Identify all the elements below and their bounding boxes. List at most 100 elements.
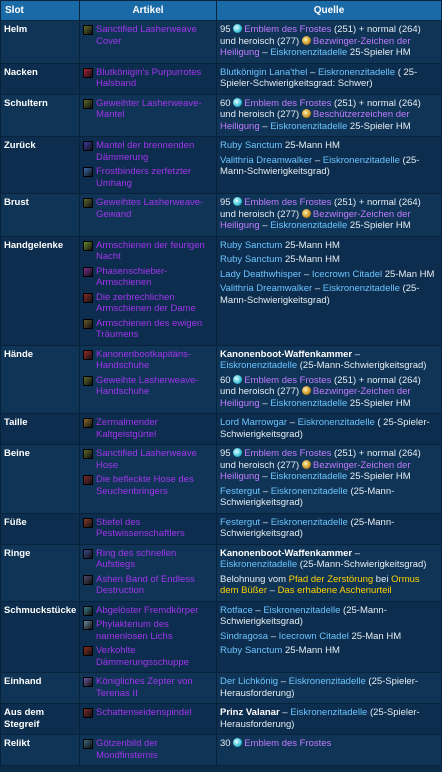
- source-link[interactable]: Eiskronenzitadelle: [323, 155, 400, 166]
- item-icon: [83, 375, 93, 386]
- quelle-cell: Festergut – Eiskronenzitadelle (25-Mann-…: [216, 512, 442, 545]
- source-link[interactable]: Valithria Dreamwalker: [220, 155, 312, 166]
- source-link[interactable]: Emblem des Frostes: [244, 738, 331, 749]
- source-link[interactable]: Ruby Sanctum: [220, 645, 282, 656]
- source-link[interactable]: Emblem des Frostes: [244, 448, 331, 459]
- source-text: bei: [373, 573, 392, 585]
- item-link[interactable]: Zermalmender Kaltgeistgürtel: [96, 417, 213, 440]
- item-link[interactable]: Blutkönigin's Purpurrotes Halsband: [96, 67, 213, 90]
- quelle-cell: 95 Emblem des Frostes (251) + normal (26…: [216, 20, 442, 64]
- item-entry: Phylakterium des namenlosen Lichs: [83, 619, 213, 642]
- item-link[interactable]: Geweihter Lasherweave-Mantel: [96, 98, 213, 121]
- source-link[interactable]: Icecrown Citadel: [312, 269, 382, 280]
- source-link[interactable]: Pfad der Zerstörung: [289, 574, 374, 585]
- source-text: 95: [220, 197, 234, 208]
- item-link[interactable]: Die befleckte Hose des Seuchenbringers: [96, 474, 213, 497]
- slot-cell: Hände: [0, 344, 80, 414]
- source-link[interactable]: Emblem des Frostes: [244, 24, 331, 35]
- source-link[interactable]: Eiskronenzitadelle: [271, 517, 348, 528]
- item-link[interactable]: Armschienen der feurigen Nacht: [96, 240, 213, 263]
- item-link[interactable]: Abgelöster Fremdkörper: [96, 605, 198, 617]
- source-link[interactable]: Eiskronenzitadelle: [263, 605, 340, 616]
- item-link[interactable]: Königliches Zepter von Terenas II: [96, 676, 213, 699]
- source-link[interactable]: Icecrown Citadel: [279, 631, 349, 642]
- item-entry: Mantel der brennenden Dämmerung: [83, 140, 213, 163]
- source-link[interactable]: Ruby Sanctum: [220, 240, 282, 251]
- item-link[interactable]: Schattenseidenspindel: [96, 707, 192, 719]
- source-text: 95: [220, 24, 234, 35]
- item-link[interactable]: Ring des schnellen Aufstiegs: [96, 548, 213, 571]
- source-entry: Lady Deathwhisper – Icecrown Citadel 25-…: [220, 269, 438, 281]
- source-entry: 95 Emblem des Frostes (251) + normal (26…: [220, 24, 438, 59]
- item-link[interactable]: Verkohlte Dämmerungsschuppe: [96, 645, 213, 668]
- source-link[interactable]: Eiskronenzitadelle: [318, 67, 395, 78]
- source-link[interactable]: Lady Deathwhisper: [220, 269, 301, 280]
- source-entry: Blutkönigin Lana'thel – Eiskronenzitadel…: [220, 67, 438, 90]
- source-link[interactable]: Eiskronenzitadelle: [270, 47, 347, 58]
- source-link[interactable]: Eiskronenzitadelle: [270, 398, 347, 409]
- source-text: 25-Spieler HM: [347, 471, 411, 482]
- source-link[interactable]: Eiskronenzitadelle: [323, 283, 400, 294]
- quelle-cell: Rotface – Eiskronenzitadelle (25-Mann-Sc…: [216, 600, 442, 673]
- source-link[interactable]: Eiskronenzitadelle: [289, 676, 366, 687]
- artikel-cell: Geweihtes Lasherweave-Gewand: [79, 193, 217, 237]
- source-link[interactable]: Valithria Dreamwalker: [220, 283, 312, 294]
- source-text: Kanonenboot-Waffenkammer: [220, 348, 353, 360]
- source-link[interactable]: Ruby Sanctum: [220, 254, 282, 265]
- source-link[interactable]: Eiskronenzitadelle: [220, 559, 297, 570]
- slot-cell: Taille: [0, 413, 80, 445]
- item-link[interactable]: Geweihtes Lasherweave-Gewand: [96, 197, 213, 220]
- source-link[interactable]: Ruby Sanctum: [220, 140, 282, 151]
- table-body: Helm Sanctified Lasherweave Cover 95 Emble…: [0, 20, 442, 766]
- slot-cell: Aus dem Stegreif: [0, 703, 80, 735]
- quelle-cell: Lord Marrowgar – Eiskronenzitadelle ( 25…: [216, 413, 442, 445]
- source-link[interactable]: Lord Marrowgar: [220, 417, 287, 428]
- source-entry: 30 Emblem des Frostes: [220, 738, 438, 750]
- item-link[interactable]: Geweihte Lasherweave-Handschuhe: [96, 375, 213, 398]
- item-entry: Die befleckte Hose des Seuchenbringers: [83, 474, 213, 497]
- source-link[interactable]: Festergut: [220, 486, 260, 497]
- source-link[interactable]: Eiskronenzitadelle: [298, 417, 375, 428]
- source-link[interactable]: Eiskronenzitadelle: [270, 121, 347, 132]
- item-link[interactable]: Phasenschieber-Armschienen: [96, 266, 213, 289]
- source-link[interactable]: Emblem des Frostes: [244, 375, 331, 386]
- source-link[interactable]: Eiskronenzitadelle: [270, 220, 347, 231]
- item-link[interactable]: Armschienen des ewigen Träumens: [96, 318, 213, 341]
- source-entry: 60 Emblem des Frostes (251) + normal (26…: [220, 97, 438, 133]
- source-link[interactable]: Sindragosa: [220, 631, 268, 642]
- slot-cell: Beine: [0, 444, 80, 514]
- item-link[interactable]: Mantel der brennenden Dämmerung: [96, 140, 213, 163]
- source-link[interactable]: Eiskronenzitadelle: [290, 707, 367, 718]
- item-icon: [83, 25, 93, 35]
- source-link[interactable]: Eiskronenzitadelle: [270, 471, 347, 482]
- source-text: –: [268, 630, 279, 642]
- slot-cell: Schmuckstücke: [0, 600, 80, 673]
- source-text: 25-Spieler HM: [347, 397, 411, 409]
- source-link[interactable]: Blutkönigin Lana'thel: [220, 67, 307, 78]
- source-text: –: [259, 120, 271, 132]
- item-link[interactable]: Sanctified Lasherweave Hose: [96, 448, 213, 471]
- source-text: –: [259, 47, 271, 58]
- item-link[interactable]: Phylakterium des namenlosen Lichs: [96, 619, 213, 642]
- artikel-cell: Sanctified Lasherweave Cover: [79, 20, 217, 64]
- item-link[interactable]: Die zerbrechlichen Armschienen der Dame: [96, 292, 213, 315]
- source-link[interactable]: Rotface: [220, 605, 253, 616]
- source-text: –: [352, 547, 361, 559]
- source-link[interactable]: Emblem des Frostes: [244, 197, 331, 208]
- source-link[interactable]: Emblem des Frostes: [244, 98, 331, 109]
- item-link[interactable]: Kanonenbootkapitäns-Handschuhe: [96, 349, 213, 372]
- item-entry: Zermalmender Kaltgeistgürtel: [83, 417, 213, 440]
- source-link[interactable]: Der Lichkönig: [220, 676, 278, 687]
- source-link[interactable]: Festergut: [220, 517, 260, 528]
- item-entry: Blutkönigin's Purpurrotes Halsband: [83, 67, 213, 90]
- item-link[interactable]: Stiefel des Pestwissenschaftlers: [96, 517, 213, 540]
- source-text: –: [287, 417, 298, 428]
- item-link[interactable]: Sanctified Lasherweave Cover: [96, 24, 213, 47]
- source-link[interactable]: Eiskronenzitadelle: [271, 486, 348, 497]
- source-text: 25-Mann HM: [282, 140, 340, 151]
- item-link[interactable]: Götzenbild der Mondfinsternis: [96, 738, 213, 761]
- item-link[interactable]: Frostbinders zerfetzter Umhang: [96, 166, 213, 189]
- item-link[interactable]: Ashen Band of Endless Destruction: [96, 574, 213, 597]
- source-link[interactable]: Eiskronenzitadelle: [220, 360, 297, 371]
- source-link[interactable]: Das erhabene Aschenurteil: [278, 585, 392, 596]
